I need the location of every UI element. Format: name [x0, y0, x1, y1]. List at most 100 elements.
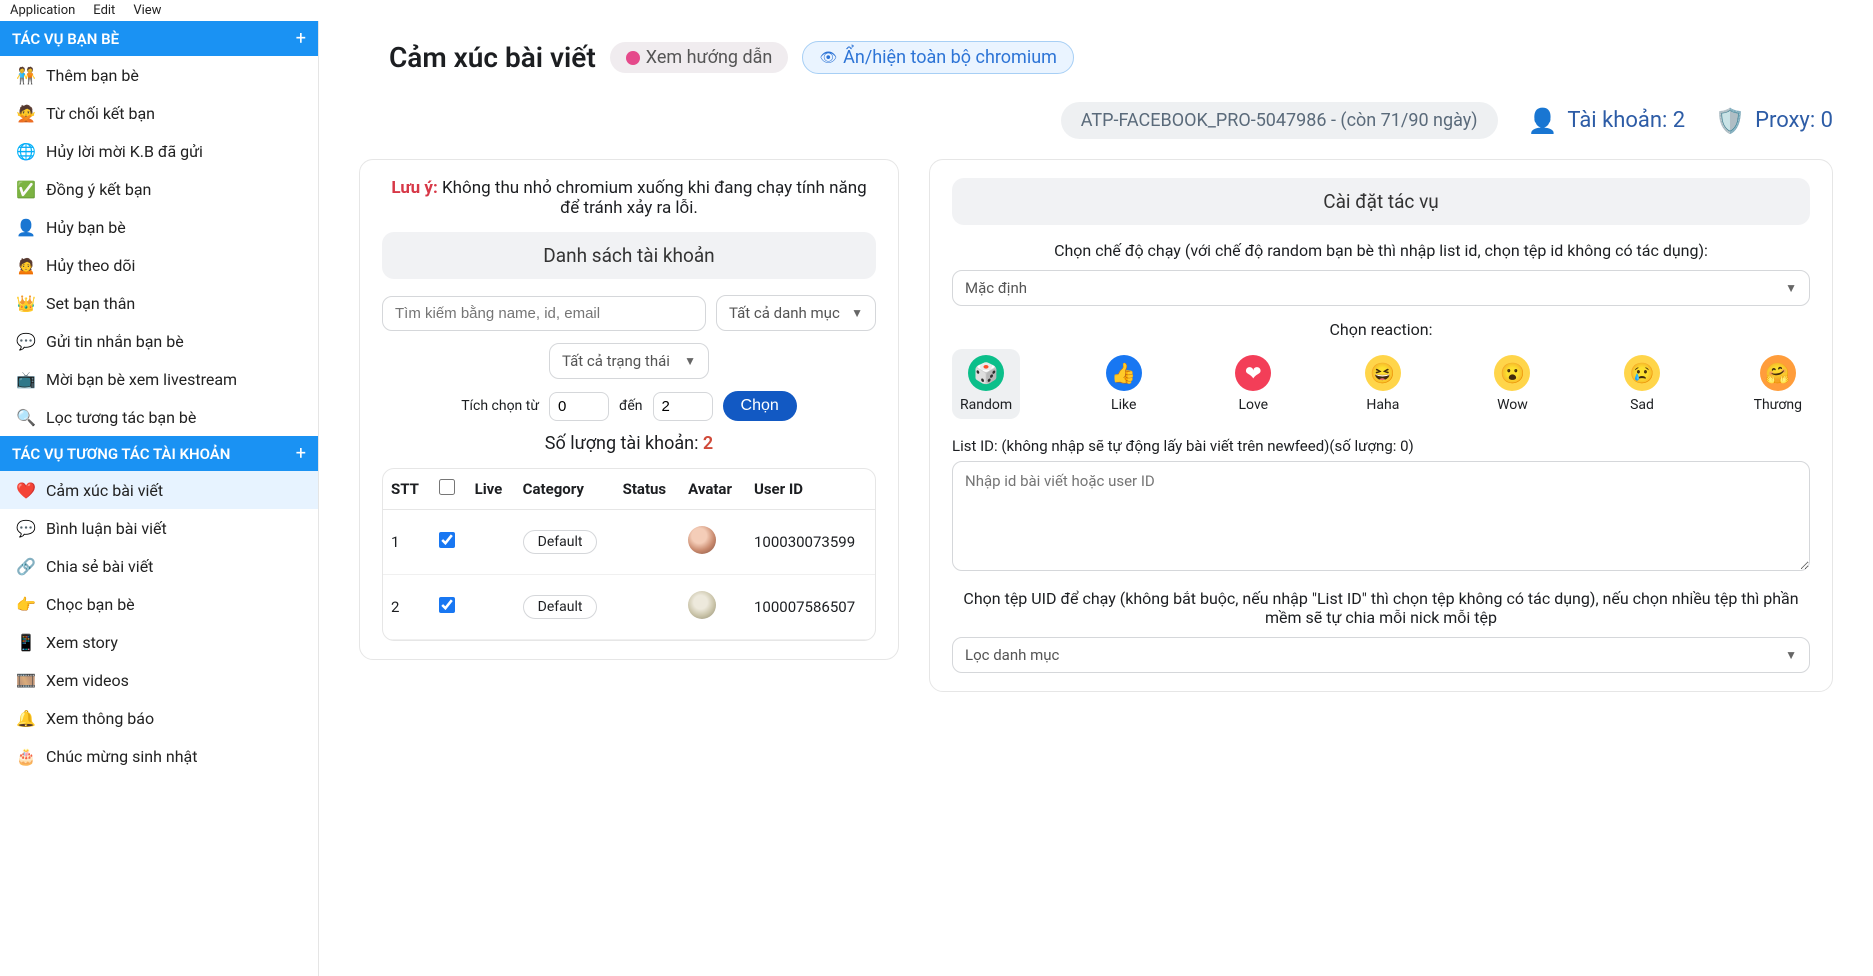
sidebar-item-label: Mời bạn bè xem livestream [46, 370, 237, 389]
uid-select[interactable]: Lọc danh mục ▼ [952, 637, 1810, 673]
proxy-stat: 🛡️ Proxy: 0 [1715, 107, 1833, 135]
sidebar-item-label: Set bạn thân [46, 294, 135, 313]
sidebar-item-icon: 🧑‍🤝‍🧑 [16, 65, 36, 85]
sidebar-item[interactable]: 🎞️ Xem videos [0, 661, 318, 699]
sidebar-item-icon: 🔔 [16, 708, 36, 728]
to-label: đến [619, 398, 643, 414]
reaction-label: Random [960, 397, 1012, 413]
reaction-label: Wow [1497, 397, 1528, 413]
sidebar-item-label: Gửi tin nhắn bạn bè [46, 332, 184, 351]
reaction-sad[interactable]: 😢Sad [1616, 349, 1668, 419]
expand-icon[interactable]: + [296, 443, 306, 464]
sidebar-section-interact[interactable]: TÁC VỤ TƯƠNG TÁC TÀI KHOẢN + [0, 436, 318, 471]
sidebar-item[interactable]: 🔗Chia sẻ bài viết [0, 547, 318, 585]
reaction-like[interactable]: 👍Like [1098, 349, 1150, 419]
eye-icon: 👁 [819, 50, 837, 66]
sidebar-item-label: Xem videos [46, 671, 129, 690]
sidebar-item-icon: 🙍 [16, 255, 36, 275]
choose-button[interactable]: Chọn [723, 391, 797, 421]
search-input[interactable] [382, 296, 706, 331]
cell-userid: 100007586507 [746, 575, 875, 640]
cell-stt: 2 [383, 575, 431, 640]
reaction-label: Like [1111, 397, 1136, 413]
sidebar-item[interactable]: 👉Chọc bạn bè [0, 585, 318, 623]
col-category: Category [515, 469, 615, 510]
sidebar-item-label: Xem thông báo [46, 709, 154, 728]
license-badge: ATP-FACEBOOK_PRO-5047986 - (còn 71/90 ng… [1061, 102, 1498, 139]
reaction-love[interactable]: ❤Love [1227, 349, 1279, 419]
to-input[interactable] [653, 392, 713, 421]
sidebar-item[interactable]: 🔍Lọc tương tác bạn bè [0, 398, 318, 436]
sidebar-item[interactable]: 🌐 Hủy lời mời K.B đã gửi [0, 132, 318, 170]
sidebar-item[interactable]: ❤️Cảm xúc bài viết [0, 471, 318, 509]
sidebar-item[interactable]: 👤Hủy bạn bè [0, 208, 318, 246]
sidebar-item-icon: 🌐 [16, 141, 36, 161]
accounts-table: STT Live Category Status Avatar User ID … [383, 469, 875, 640]
sidebar-item[interactable]: ✅ Đồng ý kết bạn [0, 170, 318, 208]
cell-live [467, 575, 515, 640]
table-row[interactable]: 2 Default 100007586507 [383, 575, 875, 640]
sidebar-item[interactable]: 🧑‍🤝‍🧑Thêm bạn bè [0, 56, 318, 94]
notice-text: Lưu ý: Không thu nhỏ chromium xuống khi … [382, 178, 876, 218]
cell-userid: 100030073599 [746, 510, 875, 575]
sidebar-item-icon: 📺 [16, 369, 36, 389]
listid-textarea[interactable] [952, 461, 1810, 571]
toggle-chromium-button[interactable]: 👁 Ẩn/hiện toàn bộ chromium [802, 41, 1074, 74]
sidebar-item-label: Lọc tương tác bạn bè [46, 408, 196, 427]
menu-view[interactable]: View [133, 3, 161, 18]
sidebar-item[interactable]: 🙅Từ chối kết bạn [0, 94, 318, 132]
user-icon: 👤 [1528, 107, 1558, 135]
wow-icon: 😮 [1494, 355, 1530, 391]
mode-label: Chọn chế độ chạy (với chế độ random bạn … [952, 241, 1810, 260]
reaction-random[interactable]: 🎲 Random [952, 349, 1020, 419]
sidebar-item-label: Bình luận bài viết [46, 519, 167, 538]
col-stt: STT [383, 469, 431, 510]
shield-icon: 🛡️ [1715, 107, 1745, 135]
sidebar-item-icon: 👤 [16, 217, 36, 237]
sidebar-item[interactable]: 📺 Mời bạn bè xem livestream [0, 360, 318, 398]
category-select[interactable]: Tất cả danh mục ▼ [716, 295, 876, 331]
from-input[interactable] [549, 392, 609, 421]
col-avatar: Avatar [680, 469, 746, 510]
sidebar-item[interactable]: 🎂Chúc mừng sinh nhật [0, 737, 318, 775]
mode-select[interactable]: Mặc định ▼ [952, 270, 1810, 306]
sidebar-item[interactable]: 📱Xem story [0, 623, 318, 661]
sidebar-item-label: Hủy theo dõi [46, 256, 135, 275]
sidebar-section-friends[interactable]: TÁC VỤ BẠN BÈ + [0, 21, 318, 56]
sidebar-item[interactable]: 🙍 Hủy theo dõi [0, 246, 318, 284]
sidebar-item[interactable]: 🔔 Xem thông báo [0, 699, 318, 737]
sidebar-item[interactable]: 👑Set bạn thân [0, 284, 318, 322]
sidebar-item-label: Xem story [46, 633, 118, 652]
reaction-care[interactable]: 🤗Thương [1746, 349, 1810, 419]
reaction-haha[interactable]: 😆Haha [1357, 349, 1409, 419]
guide-button[interactable]: Xem hướng dẫn [610, 42, 789, 73]
sidebar-item-label: Chúc mừng sinh nhật [46, 747, 197, 766]
page-title: Cảm xúc bài viết [389, 41, 596, 74]
sidebar-item-icon: 👉 [16, 594, 36, 614]
sidebar-item[interactable]: 💬Gửi tin nhắn bạn bè [0, 322, 318, 360]
sidebar-item-label: Hủy lời mời K.B đã gửi [46, 142, 203, 161]
select-all-checkbox[interactable] [439, 479, 455, 495]
row-checkbox[interactable] [439, 532, 455, 548]
reaction-label: Love [1239, 397, 1269, 413]
category-badge: Default [523, 595, 598, 619]
row-checkbox[interactable] [439, 597, 455, 613]
status-select[interactable]: Tất cả trạng thái ▼ [549, 343, 709, 379]
cell-stt: 1 [383, 510, 431, 575]
sidebar-item-label: Đồng ý kết bạn [46, 180, 151, 199]
sidebar-item-icon: ✅ [16, 179, 36, 199]
section-title: TÁC VỤ TƯƠNG TÁC TÀI KHOẢN [12, 445, 230, 463]
menu-edit[interactable]: Edit [93, 3, 115, 18]
sidebar-item-icon: 🎞️ [16, 670, 36, 690]
table-row[interactable]: 1Default100030073599 [383, 510, 875, 575]
expand-icon[interactable]: + [296, 28, 306, 49]
sidebar-item-icon: 🙅 [16, 103, 36, 123]
main-content: Cảm xúc bài viết Xem hướng dẫn 👁 Ẩn/hiện… [319, 21, 1873, 976]
sidebar-item[interactable]: 💬Bình luận bài viết [0, 509, 318, 547]
random-icon: 🎲 [968, 355, 1004, 391]
col-userid: User ID [746, 469, 875, 510]
reaction-wow[interactable]: 😮 Wow [1486, 349, 1538, 419]
cell-status [615, 510, 681, 575]
menu-application[interactable]: Application [10, 3, 75, 18]
accounts-card: Lưu ý: Không thu nhỏ chromium xuống khi … [359, 159, 899, 660]
